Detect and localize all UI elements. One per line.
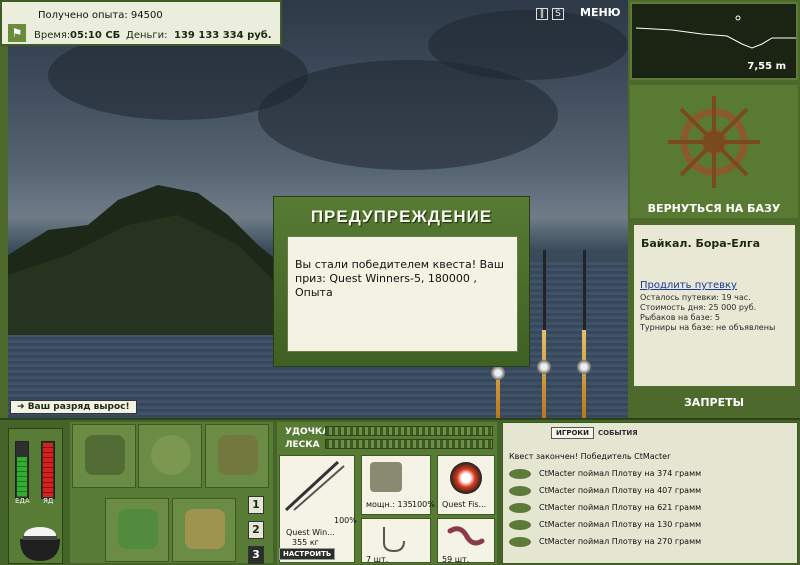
reel-icon [370,462,402,492]
info-line: Стоимость дня: 25 000 руб. [640,303,757,312]
bait-bag-slot[interactable] [138,424,202,488]
food-label: ЕДА [15,497,30,505]
money-label: Деньги: [126,30,168,41]
tackle-panel: УДОЧКА ЛЕСКА Quest Win... 355 кг 100% НА… [277,422,497,564]
depth-map: 7,55 m [630,2,798,80]
bait-count: 59 шт. [442,555,470,564]
top-controls: ‖ S МЕНЮ [536,6,621,20]
tools-slot[interactable] [205,424,269,488]
hook-count: 7 шт. [366,555,389,564]
info-line: Рыбаков на базе: 5 [640,313,720,322]
event-item: CtMacter поймал Плотву на 270 грамм [509,533,793,550]
status-panel: Получено опыта: 94500 ⚑ Время: 05:10 СБ … [0,0,282,46]
tab-events[interactable]: СОБЫТИЯ [594,428,642,438]
bans-button[interactable]: ЗАПРЕТЫ [630,396,798,409]
pause-icon[interactable]: ‖ [536,8,548,20]
ship-wheel-icon [668,96,760,188]
arrow-icon: ➜ [17,402,28,412]
line-label: ЛЕСКА [285,440,320,450]
reel-percent: 100% [412,500,435,509]
tab-players[interactable]: ИГРОКИ [551,427,594,439]
depth-value: 7,55 m [747,61,786,72]
event-item: CtMacter поймал Плотву на 407 грамм [509,482,793,499]
fish-icon [509,502,531,513]
event-item: CtMacter поймал Плотву на 374 грамм [509,465,793,482]
time-value: 05:10 СБ [70,30,121,41]
events-list: Квест закончен! Победитель CtMacter CtMa… [509,448,793,550]
reel-icon [537,360,551,374]
rod-2[interactable] [542,330,546,418]
time-label: Время: [34,30,71,41]
reel-icon [491,366,505,380]
event-item: Квест закончен! Победитель CtMacter [509,452,671,461]
bottom-panel: ЕДА ЯД 1 2 3 УДОЧКА ЛЕСКА Quest Win... 3… [0,418,800,565]
dialog-message: Вы стали победителем квеста! Ваш приз: Q… [287,236,518,352]
poison-meter [41,441,55,499]
rod-tension-bar [325,426,493,436]
inventory-tab-3[interactable]: 3 [248,546,264,564]
xp-text: Получено опыта: 94500 [38,10,163,21]
rod-name: Quest Win... [286,528,335,537]
money-value: 139 133 334 руб. [174,30,272,41]
info-line: Осталось путевки: 19 час. [640,293,751,302]
fish-icon [509,468,531,479]
reel-power: мощн.: 135 [366,500,413,509]
location-name: Байкал. Бора-Елга [641,237,761,250]
reel-icon [577,360,591,374]
rod-weight: 355 кг [292,538,319,547]
line-name: Quest Fis... [442,500,487,509]
rank-notice[interactable]: ➜ Ваш разряд вырос! [10,400,137,414]
food-meter [15,441,29,499]
line-tension-bar [325,439,493,449]
hook-icon [383,527,405,553]
tackle-box-slot[interactable] [72,424,136,488]
return-base-button[interactable] [630,85,798,218]
inventory-tab-2[interactable]: 2 [248,521,264,539]
sound-icon[interactable]: S [552,8,564,20]
fish-icon [509,519,531,530]
bucket-slot[interactable] [172,498,236,562]
line-slot[interactable]: Quest Fis... [437,455,495,515]
fish-icon [509,485,531,496]
groundbait-basket-slot[interactable] [105,498,169,562]
events-panel: ИГРОКИ СОБЫТИЯ Квест закончен! Победитель… [502,422,798,564]
rank-text: Ваш разряд вырос! [27,402,130,412]
line-spool-icon [450,462,482,494]
lock-icon[interactable]: ⚑ [8,24,26,42]
menu-button[interactable]: МЕНЮ [580,6,621,19]
worm-icon [447,526,485,546]
inventory-tab-1[interactable]: 1 [248,496,264,514]
fish-icon [509,536,531,547]
warning-dialog[interactable]: ПРЕДУПРЕЖДЕНИЕ Вы стали победителем квес… [273,196,530,367]
tune-button[interactable]: НАСТРОИТЬ [279,548,336,560]
event-item: CtMacter поймал Плотву на 130 грамм [509,516,793,533]
extend-pass-link[interactable]: Продлить путевку [640,280,737,291]
reel-slot[interactable]: мощн.: 135 100% [361,455,435,515]
pot-icon[interactable] [15,519,65,563]
needs-meters: ЕДА ЯД [8,428,63,564]
rod-slot[interactable]: Quest Win... 355 кг 100% [279,455,357,563]
bait-slot[interactable]: 59 шт. [437,518,495,564]
inventory-slots [70,422,273,563]
rod-icon [284,460,345,512]
location-info: Байкал. Бора-Елга Продлить путевку Остал… [632,223,797,388]
poison-label: ЯД [43,497,54,505]
dialog-title: ПРЕДУПРЕЖДЕНИЕ [310,207,493,226]
rod-3[interactable] [582,330,586,418]
return-base-label[interactable]: ВЕРНУТЬСЯ НА БАЗУ [630,202,798,215]
event-item: CtMacter поймал Плотву на 621 грамм [509,499,793,516]
rod-percent: 100% [334,516,357,525]
rod-label: УДОЧКА [285,427,330,437]
info-line: Турниры на базе: не объявлены [640,323,776,332]
hook-slot[interactable]: 7 шт. [361,518,431,564]
